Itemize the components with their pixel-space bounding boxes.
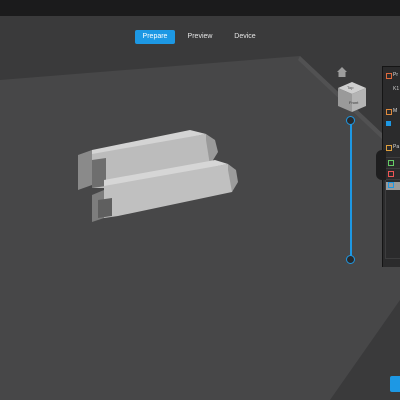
parameter-list[interactable] bbox=[385, 157, 400, 259]
view-cube-top-label: Top bbox=[347, 85, 354, 90]
printer-section-title: Pr bbox=[393, 72, 398, 78]
printer-icon bbox=[386, 73, 392, 79]
parameter-section-title: Pa bbox=[393, 144, 400, 150]
material-swatch[interactable] bbox=[386, 121, 391, 126]
material-section-title: M bbox=[393, 108, 398, 114]
layer-slider-track[interactable] bbox=[350, 121, 352, 260]
layer-slider-bottom-handle[interactable] bbox=[346, 255, 355, 264]
printer-name[interactable]: K1 bbox=[393, 86, 399, 92]
panel-collapse-toggle[interactable] bbox=[376, 150, 386, 180]
tab-device[interactable]: Device bbox=[225, 30, 265, 44]
list-item[interactable] bbox=[386, 171, 400, 180]
material-icon bbox=[386, 109, 392, 115]
layer-slider-top-handle[interactable] bbox=[346, 116, 355, 125]
main-tabs: Prepare Preview Device bbox=[0, 30, 400, 46]
slice-button[interactable] bbox=[390, 376, 400, 392]
home-icon[interactable] bbox=[336, 66, 348, 78]
view-cube-front-label: Front bbox=[349, 100, 359, 105]
list-item[interactable] bbox=[386, 182, 400, 190]
tab-preview[interactable]: Preview bbox=[180, 30, 220, 44]
tab-prepare[interactable]: Prepare bbox=[135, 30, 175, 44]
parameter-icon bbox=[386, 145, 392, 151]
list-item[interactable] bbox=[386, 160, 400, 169]
build-plate-viewport[interactable] bbox=[0, 0, 400, 400]
build-plate bbox=[0, 56, 400, 400]
